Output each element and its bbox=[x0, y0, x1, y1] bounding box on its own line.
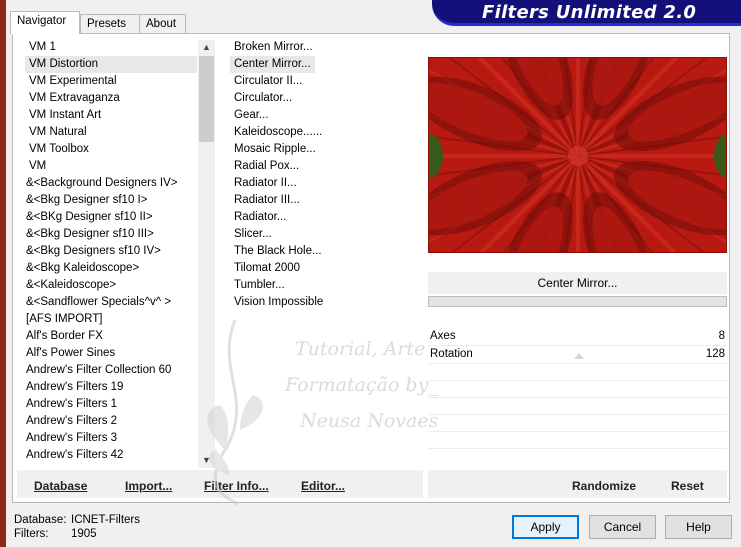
param-axes-label: Axes bbox=[430, 330, 456, 342]
cancel-button[interactable]: Cancel bbox=[589, 515, 656, 539]
kaleidoscope-preview bbox=[429, 58, 726, 252]
param-rotation-value: 128 bbox=[705, 348, 725, 360]
tab-presets[interactable]: Presets bbox=[80, 14, 140, 33]
category-item[interactable]: Andrew's Filters 3 bbox=[25, 430, 197, 447]
app-title: Filters Unlimited 2.0 bbox=[482, 2, 697, 23]
category-item[interactable]: &<Bkg Designers sf10 IV> bbox=[25, 243, 197, 260]
category-item[interactable]: VM Experimental bbox=[25, 73, 197, 90]
tab-about[interactable]: About bbox=[139, 14, 186, 33]
current-filter-name: Center Mirror... bbox=[428, 272, 727, 294]
divider bbox=[428, 448, 727, 449]
divider bbox=[428, 380, 727, 381]
filters-label: Filters: bbox=[14, 528, 49, 540]
filter-item[interactable]: The Black Hole... bbox=[230, 243, 326, 260]
filter-info-button[interactable]: Filter Info... bbox=[204, 479, 269, 494]
category-item[interactable]: VM 1 bbox=[25, 39, 197, 56]
database-value: ICNET-Filters bbox=[71, 514, 140, 526]
filter-item[interactable]: Kaleidoscope...... bbox=[230, 124, 326, 141]
database-label: Database: bbox=[14, 514, 67, 526]
category-item[interactable]: VM Extravaganza bbox=[25, 90, 197, 107]
slider-thumb-icon[interactable] bbox=[574, 353, 584, 359]
category-item[interactable]: [AFS IMPORT] bbox=[25, 311, 197, 328]
filter-item[interactable]: Radiator... bbox=[230, 209, 290, 226]
divider bbox=[428, 363, 727, 364]
progress-bar bbox=[428, 296, 727, 307]
category-item[interactable]: &<Sandflower Specials^v^ > bbox=[25, 294, 197, 311]
help-button[interactable]: Help bbox=[665, 515, 732, 539]
category-item[interactable]: &<Bkg Designer sf10 III> bbox=[25, 226, 197, 243]
param-rotation-label: Rotation bbox=[430, 348, 473, 360]
category-item[interactable]: &<Bkg Designer sf10 I> bbox=[25, 192, 197, 209]
filter-item[interactable]: Radial Pox... bbox=[230, 158, 303, 175]
filter-item[interactable]: Gear... bbox=[230, 107, 273, 124]
category-item[interactable]: &<Kaleidoscope> bbox=[25, 277, 197, 294]
category-item[interactable]: Andrew's Filters 42 bbox=[25, 447, 197, 464]
scroll-thumb[interactable] bbox=[199, 56, 214, 142]
filter-item[interactable]: Vision Impossible bbox=[230, 294, 327, 311]
apply-button[interactable]: Apply bbox=[512, 515, 579, 539]
category-item[interactable]: VM bbox=[25, 158, 197, 175]
filter-preview-image bbox=[428, 57, 727, 253]
filter-item[interactable]: Tilomat 2000 bbox=[230, 260, 304, 277]
divider bbox=[428, 431, 727, 432]
database-button[interactable]: Database bbox=[34, 479, 87, 494]
scroll-up-icon[interactable]: ▲ bbox=[198, 40, 215, 55]
randomize-button[interactable]: Randomize bbox=[572, 479, 636, 493]
filter-item[interactable]: Mosaic Ripple... bbox=[230, 141, 320, 158]
filter-item[interactable]: Circulator II... bbox=[230, 73, 306, 90]
filter-item[interactable]: Broken Mirror... bbox=[230, 39, 317, 56]
category-item[interactable]: VM Natural bbox=[25, 124, 197, 141]
category-item[interactable]: Andrew's Filters 1 bbox=[25, 396, 197, 413]
reset-button[interactable]: Reset bbox=[671, 479, 704, 493]
category-item[interactable]: VM Instant Art bbox=[25, 107, 197, 124]
divider bbox=[428, 397, 727, 398]
window-edge bbox=[0, 0, 6, 547]
category-item[interactable]: &<Background Designers IV> bbox=[25, 175, 197, 192]
divider bbox=[428, 414, 727, 415]
tab-navigator[interactable]: Navigator bbox=[10, 11, 80, 34]
category-item[interactable]: VM Toolbox bbox=[25, 141, 197, 158]
import-button[interactable]: Import... bbox=[125, 479, 172, 494]
filter-item[interactable]: Tumbler... bbox=[230, 277, 289, 294]
category-item[interactable]: Andrew's Filters 2 bbox=[25, 413, 197, 430]
filter-item[interactable]: Radiator III... bbox=[230, 192, 304, 209]
category-item[interactable]: Andrew's Filters 19 bbox=[25, 379, 197, 396]
editor-button[interactable]: Editor... bbox=[301, 479, 345, 494]
category-item[interactable]: Alf's Border FX bbox=[25, 328, 197, 345]
category-item[interactable]: &<BKg Designer sf10 II> bbox=[25, 209, 197, 226]
scroll-down-icon[interactable]: ▼ bbox=[198, 453, 215, 468]
filter-item[interactable]: Circulator... bbox=[230, 90, 296, 107]
filter-item[interactable]: Radiator II... bbox=[230, 175, 301, 192]
param-axes[interactable]: Axes 8 bbox=[428, 328, 727, 345]
category-item[interactable]: VM Distortion bbox=[25, 56, 197, 73]
param-axes-value: 8 bbox=[718, 330, 725, 342]
category-item[interactable]: Andrew's Filter Collection 60 bbox=[25, 362, 197, 379]
filters-count: 1905 bbox=[71, 528, 97, 540]
filter-item[interactable]: Slicer... bbox=[230, 226, 276, 243]
filter-item[interactable]: Center Mirror... bbox=[230, 56, 315, 73]
category-item[interactable]: Alf's Power Sines bbox=[25, 345, 197, 362]
category-item[interactable]: &<Bkg Kaleidoscope> bbox=[25, 260, 197, 277]
